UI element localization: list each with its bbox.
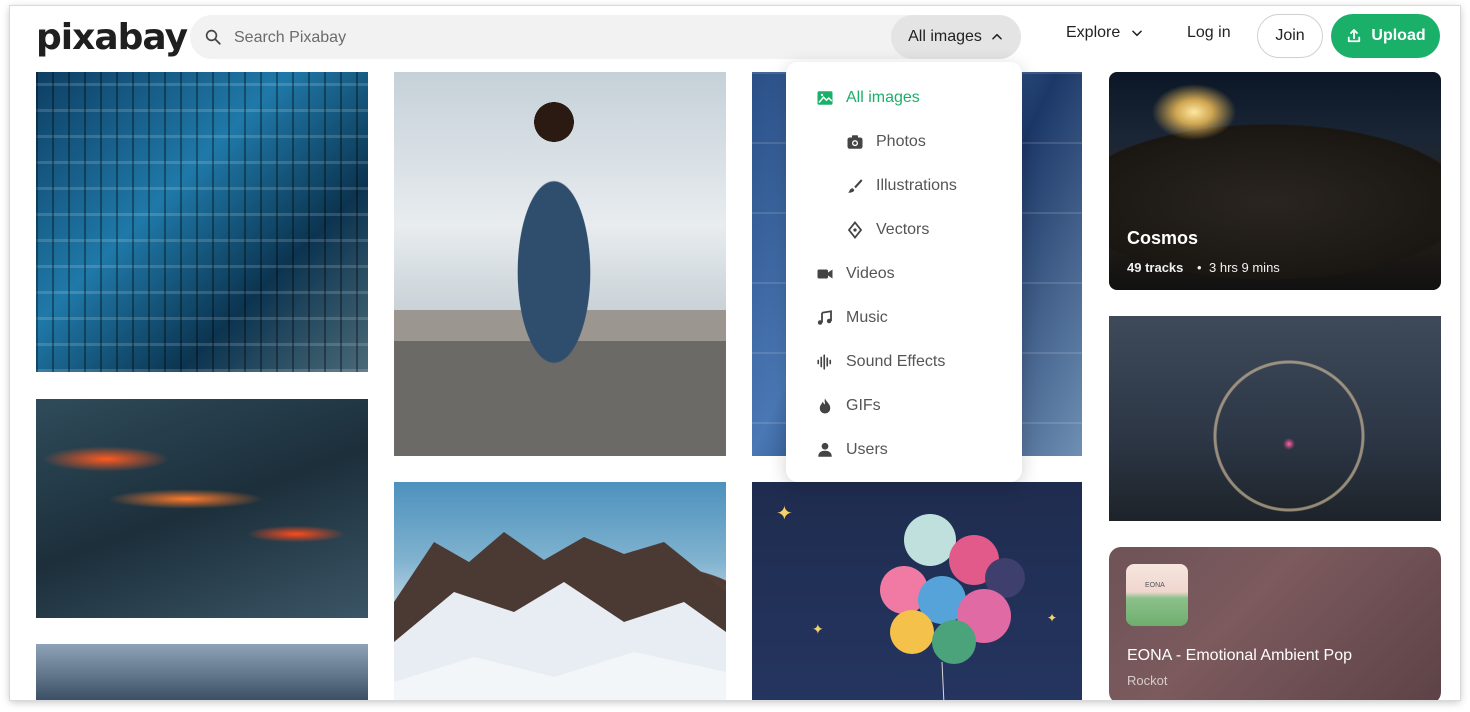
search-bar: All images	[190, 15, 1021, 61]
image-tile-ferris-wheel[interactable]	[1109, 316, 1441, 521]
album-thumb-text: EONA	[1145, 582, 1165, 589]
dropdown-item-videos[interactable]: Videos	[816, 262, 895, 286]
search-input[interactable]	[232, 15, 836, 61]
chevron-down-icon	[1132, 30, 1143, 37]
explore-label: Explore	[1066, 24, 1121, 41]
track-count: 49 tracks	[1127, 260, 1184, 275]
camera-icon	[846, 133, 864, 151]
dropdown-label: Users	[846, 441, 888, 458]
balloons-art: ✦ ✦ ✦	[776, 501, 1057, 700]
pen-nib-icon	[846, 221, 864, 239]
dropdown-label: All images	[846, 89, 920, 106]
bullet-separator: •	[1197, 260, 1202, 275]
chevron-up-icon	[992, 33, 1002, 40]
collection-title: Cosmos	[1127, 228, 1199, 248]
dropdown-item-vectors[interactable]: Vectors	[846, 218, 929, 242]
svg-text:✦: ✦	[1047, 611, 1057, 625]
image-tile-lava[interactable]	[36, 399, 368, 618]
image-icon	[816, 89, 834, 107]
image-tile-sky[interactable]	[36, 644, 368, 700]
image-tile-balloons[interactable]: ✦ ✦ ✦	[752, 482, 1082, 700]
dropdown-item-all-images[interactable]: All images	[816, 86, 920, 110]
media-type-dropdown: All images Photos Illustrations Vectors …	[786, 62, 1022, 482]
upload-button[interactable]: Upload	[1331, 14, 1440, 58]
dropdown-item-illustrations[interactable]: Illustrations	[846, 174, 957, 198]
dropdown-label: Videos	[846, 265, 895, 282]
browser-page: pixabay All images Explore Log in Join	[10, 6, 1460, 700]
dropdown-label: Photos	[876, 133, 926, 150]
dropdown-label: Sound Effects	[846, 353, 946, 370]
flame-icon	[816, 397, 834, 415]
video-icon	[816, 265, 834, 283]
album-thumbnail: EONA	[1126, 564, 1188, 626]
media-type-label: All images	[908, 28, 982, 45]
collection-duration: 3 hrs 9 mins	[1209, 260, 1280, 275]
mountain-art	[394, 532, 726, 700]
pixabay-logo[interactable]: pixabay	[36, 18, 188, 58]
dropdown-item-users[interactable]: Users	[816, 438, 888, 462]
dropdown-label: Illustrations	[876, 177, 957, 194]
search-icon[interactable]	[204, 28, 222, 46]
image-tile-mountain[interactable]	[394, 482, 726, 700]
svg-text:✦: ✦	[776, 501, 793, 525]
user-icon	[816, 441, 834, 459]
track-title: EONA - Emotional Ambient Pop	[1127, 647, 1352, 664]
login-link[interactable]: Log in	[1187, 24, 1231, 42]
upload-icon	[1348, 29, 1361, 43]
dropdown-item-gifs[interactable]: GIFs	[816, 394, 881, 418]
music-collection-card-cosmos[interactable]: Cosmos 49 tracks • 3 hrs 9 mins	[1109, 72, 1441, 290]
dropdown-label: GIFs	[846, 397, 881, 414]
join-button[interactable]: Join	[1257, 14, 1323, 58]
top-header: pixabay All images Explore Log in Join	[10, 6, 1460, 70]
music-icon	[816, 309, 834, 327]
music-track-card[interactable]: EONA EONA - Emotional Ambient Pop Rockot	[1109, 547, 1441, 700]
dropdown-item-sound-effects[interactable]: Sound Effects	[816, 350, 945, 374]
dropdown-item-photos[interactable]: Photos	[846, 130, 926, 154]
track-artist: Rockot	[1127, 673, 1168, 688]
explore-menu[interactable]: Explore	[1066, 24, 1144, 42]
svg-text:✦: ✦	[812, 622, 824, 638]
dropdown-label: Vectors	[876, 221, 930, 238]
image-tile-woman[interactable]	[394, 72, 726, 456]
upload-label: Upload	[1371, 27, 1426, 44]
dropdown-label: Music	[846, 309, 888, 326]
dropdown-item-music[interactable]: Music	[816, 306, 888, 330]
brush-icon	[846, 177, 864, 195]
waveform-icon	[816, 353, 834, 371]
image-tile-building[interactable]	[36, 72, 368, 372]
media-type-selector[interactable]: All images	[891, 15, 1021, 59]
